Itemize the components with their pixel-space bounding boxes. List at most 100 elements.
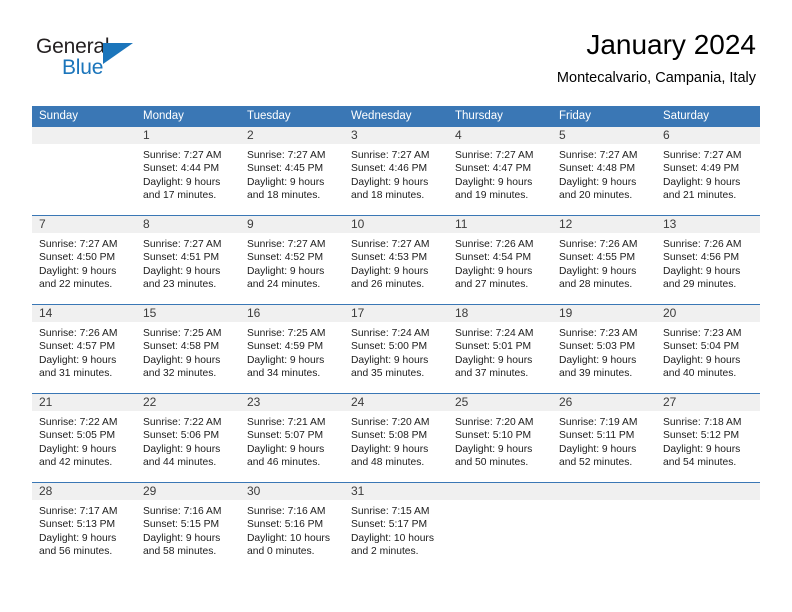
sunrise-text: Sunrise: 7:27 AM bbox=[455, 150, 534, 161]
calendar-day-cell[interactable]: 8 Sunrise: 7:27 AM Sunset: 4:51 PM Daylight… bbox=[136, 215, 240, 305]
calendar-day-cell[interactable]: 28 Sunrise: 7:17 AM Sunset: 5:13 PM Dayligh… bbox=[32, 482, 136, 571]
calendar-day-cell[interactable]: 19 Sunrise: 7:23 AM Sunset: 5:03 PM Dayligh… bbox=[552, 304, 656, 394]
daylight-text-line2: and 21 minutes. bbox=[663, 190, 737, 202]
daylight-text-line2: and 42 minutes. bbox=[39, 457, 113, 469]
daylight-text-line2: and 46 minutes. bbox=[247, 457, 321, 469]
calendar-day-cell[interactable]: 22 Sunrise: 7:22 AM Sunset: 5:06 PM Dayligh… bbox=[136, 393, 240, 483]
day-number: 4 bbox=[448, 127, 552, 144]
daylight-text-line1: Daylight: 9 hours bbox=[559, 354, 637, 366]
calendar-day-cell[interactable]: 31 Sunrise: 7:15 AM Sunset: 5:17 PM Dayligh… bbox=[344, 482, 448, 571]
day-number: 29 bbox=[136, 483, 240, 500]
daylight-text-line1: Daylight: 9 hours bbox=[455, 265, 533, 277]
daylight-text-line1: Daylight: 9 hours bbox=[143, 265, 221, 277]
calendar-day-cell[interactable]: 15 Sunrise: 7:25 AM Sunset: 4:58 PM Dayligh… bbox=[136, 304, 240, 394]
title-block: January 2024 Montecalvario, Campania, It… bbox=[557, 28, 756, 88]
sunrise-text: Sunrise: 7:21 AM bbox=[247, 417, 326, 428]
sunrise-text: Sunrise: 7:25 AM bbox=[247, 328, 326, 339]
calendar-day-cell[interactable]: 10 Sunrise: 7:27 AM Sunset: 4:53 PM Dayligh… bbox=[344, 215, 448, 305]
day-number bbox=[552, 483, 656, 500]
sunrise-text: Sunrise: 7:27 AM bbox=[559, 150, 638, 161]
calendar-day-cell-empty bbox=[32, 127, 136, 216]
general-blue-logo[interactable]: General Blue bbox=[36, 35, 156, 87]
daylight-text-line1: Daylight: 10 hours bbox=[247, 532, 330, 544]
calendar-day-cell[interactable]: 1 Sunrise: 7:27 AM Sunset: 4:44 PM Daylight… bbox=[136, 127, 240, 216]
weekday-header-saturday: Saturday bbox=[656, 106, 760, 127]
daylight-text-line1: Daylight: 9 hours bbox=[39, 443, 117, 455]
calendar-day-cell[interactable]: 7 Sunrise: 7:27 AM Sunset: 4:50 PM Daylight… bbox=[32, 215, 136, 305]
day-details: Sunrise: 7:16 AM Sunset: 5:15 PM Daylight:… bbox=[136, 500, 240, 571]
calendar-day-cell[interactable]: 18 Sunrise: 7:24 AM Sunset: 5:01 PM Dayligh… bbox=[448, 304, 552, 394]
calendar-day-cell[interactable]: 13 Sunrise: 7:26 AM Sunset: 4:56 PM Dayligh… bbox=[656, 215, 760, 305]
calendar-day-cell[interactable]: 11 Sunrise: 7:26 AM Sunset: 4:54 PM Dayligh… bbox=[448, 215, 552, 305]
calendar-day-cell[interactable]: 26 Sunrise: 7:19 AM Sunset: 5:11 PM Dayligh… bbox=[552, 393, 656, 483]
daylight-text-line2: and 52 minutes. bbox=[559, 457, 633, 469]
calendar-day-cell[interactable]: 6 Sunrise: 7:27 AM Sunset: 4:49 PM Daylight… bbox=[656, 127, 760, 216]
daylight-text-line1: Daylight: 9 hours bbox=[143, 176, 221, 188]
daylight-text-line1: Daylight: 10 hours bbox=[351, 532, 434, 544]
day-number bbox=[656, 483, 760, 500]
sunset-text: Sunset: 4:49 PM bbox=[663, 163, 740, 175]
calendar-day-cell[interactable]: 2 Sunrise: 7:27 AM Sunset: 4:45 PM Daylight… bbox=[240, 127, 344, 216]
day-number: 8 bbox=[136, 216, 240, 233]
sunrise-text: Sunrise: 7:25 AM bbox=[143, 328, 222, 339]
sunrise-text: Sunrise: 7:27 AM bbox=[143, 150, 222, 161]
sunrise-text: Sunrise: 7:15 AM bbox=[351, 506, 430, 517]
daylight-text-line2: and 18 minutes. bbox=[247, 190, 321, 202]
sunrise-text: Sunrise: 7:26 AM bbox=[559, 239, 638, 250]
daylight-text-line2: and 40 minutes. bbox=[663, 368, 737, 380]
daylight-text-line2: and 29 minutes. bbox=[663, 279, 737, 291]
daylight-text-line1: Daylight: 9 hours bbox=[559, 176, 637, 188]
calendar-day-cell[interactable]: 4 Sunrise: 7:27 AM Sunset: 4:47 PM Daylight… bbox=[448, 127, 552, 216]
day-number: 27 bbox=[656, 394, 760, 411]
calendar-day-cell[interactable]: 30 Sunrise: 7:16 AM Sunset: 5:16 PM Dayligh… bbox=[240, 482, 344, 571]
sunset-text: Sunset: 4:58 PM bbox=[143, 341, 220, 353]
day-details bbox=[32, 144, 136, 215]
calendar-day-cell[interactable]: 3 Sunrise: 7:27 AM Sunset: 4:46 PM Daylight… bbox=[344, 127, 448, 216]
daylight-text-line1: Daylight: 9 hours bbox=[663, 176, 741, 188]
day-details: Sunrise: 7:18 AM Sunset: 5:12 PM Daylight:… bbox=[656, 411, 760, 482]
day-number: 17 bbox=[344, 305, 448, 322]
month-calendar: Sunday Monday Tuesday Wednesday Thursday… bbox=[32, 106, 760, 571]
day-details: Sunrise: 7:22 AM Sunset: 5:05 PM Daylight:… bbox=[32, 411, 136, 482]
calendar-day-cell[interactable]: 12 Sunrise: 7:26 AM Sunset: 4:55 PM Dayligh… bbox=[552, 215, 656, 305]
daylight-text-line1: Daylight: 9 hours bbox=[143, 354, 221, 366]
daylight-text-line1: Daylight: 9 hours bbox=[247, 354, 325, 366]
daylight-text-line1: Daylight: 9 hours bbox=[143, 532, 221, 544]
day-number: 28 bbox=[32, 483, 136, 500]
calendar-day-cell[interactable]: 20 Sunrise: 7:23 AM Sunset: 5:04 PM Dayligh… bbox=[656, 304, 760, 394]
sunset-text: Sunset: 5:10 PM bbox=[455, 430, 532, 442]
calendar-day-cell[interactable]: 16 Sunrise: 7:25 AM Sunset: 4:59 PM Dayligh… bbox=[240, 304, 344, 394]
daylight-text-line1: Daylight: 9 hours bbox=[39, 354, 117, 366]
calendar-day-cell[interactable]: 27 Sunrise: 7:18 AM Sunset: 5:12 PM Dayligh… bbox=[656, 393, 760, 483]
page-title: January 2024 bbox=[586, 29, 756, 60]
calendar-day-cell[interactable]: 29 Sunrise: 7:16 AM Sunset: 5:15 PM Dayligh… bbox=[136, 482, 240, 571]
sunset-text: Sunset: 4:55 PM bbox=[559, 252, 636, 264]
daylight-text-line1: Daylight: 9 hours bbox=[455, 443, 533, 455]
sunrise-text: Sunrise: 7:20 AM bbox=[455, 417, 534, 428]
sunset-text: Sunset: 5:17 PM bbox=[351, 519, 428, 531]
day-details: Sunrise: 7:20 AM Sunset: 5:08 PM Daylight:… bbox=[344, 411, 448, 482]
calendar-day-cell[interactable]: 25 Sunrise: 7:20 AM Sunset: 5:10 PM Dayligh… bbox=[448, 393, 552, 483]
calendar-day-cell[interactable]: 21 Sunrise: 7:22 AM Sunset: 5:05 PM Dayligh… bbox=[32, 393, 136, 483]
day-details: Sunrise: 7:24 AM Sunset: 5:00 PM Daylight:… bbox=[344, 322, 448, 393]
day-number: 15 bbox=[136, 305, 240, 322]
weekday-header-sunday: Sunday bbox=[32, 106, 136, 127]
day-number: 19 bbox=[552, 305, 656, 322]
daylight-text-line2: and 31 minutes. bbox=[39, 368, 113, 380]
daylight-text-line1: Daylight: 9 hours bbox=[559, 265, 637, 277]
daylight-text-line2: and 54 minutes. bbox=[663, 457, 737, 469]
daylight-text-line2: and 44 minutes. bbox=[143, 457, 217, 469]
weekday-header-tuesday: Tuesday bbox=[240, 106, 344, 127]
daylight-text-line2: and 56 minutes. bbox=[39, 546, 113, 558]
calendar-day-cell[interactable]: 5 Sunrise: 7:27 AM Sunset: 4:48 PM Daylight… bbox=[552, 127, 656, 216]
daylight-text-line1: Daylight: 9 hours bbox=[39, 265, 117, 277]
calendar-day-cell[interactable]: 17 Sunrise: 7:24 AM Sunset: 5:00 PM Dayligh… bbox=[344, 304, 448, 394]
calendar-day-cell[interactable]: 24 Sunrise: 7:20 AM Sunset: 5:08 PM Dayligh… bbox=[344, 393, 448, 483]
calendar-body: 1 Sunrise: 7:27 AM Sunset: 4:44 PM Daylight… bbox=[32, 127, 760, 571]
day-details: Sunrise: 7:25 AM Sunset: 4:59 PM Daylight:… bbox=[240, 322, 344, 393]
sunset-text: Sunset: 4:53 PM bbox=[351, 252, 428, 264]
sunset-text: Sunset: 5:05 PM bbox=[39, 430, 116, 442]
calendar-day-cell[interactable]: 23 Sunrise: 7:21 AM Sunset: 5:07 PM Dayligh… bbox=[240, 393, 344, 483]
calendar-day-cell[interactable]: 14 Sunrise: 7:26 AM Sunset: 4:57 PM Dayligh… bbox=[32, 304, 136, 394]
calendar-day-cell[interactable]: 9 Sunrise: 7:27 AM Sunset: 4:52 PM Daylight… bbox=[240, 215, 344, 305]
